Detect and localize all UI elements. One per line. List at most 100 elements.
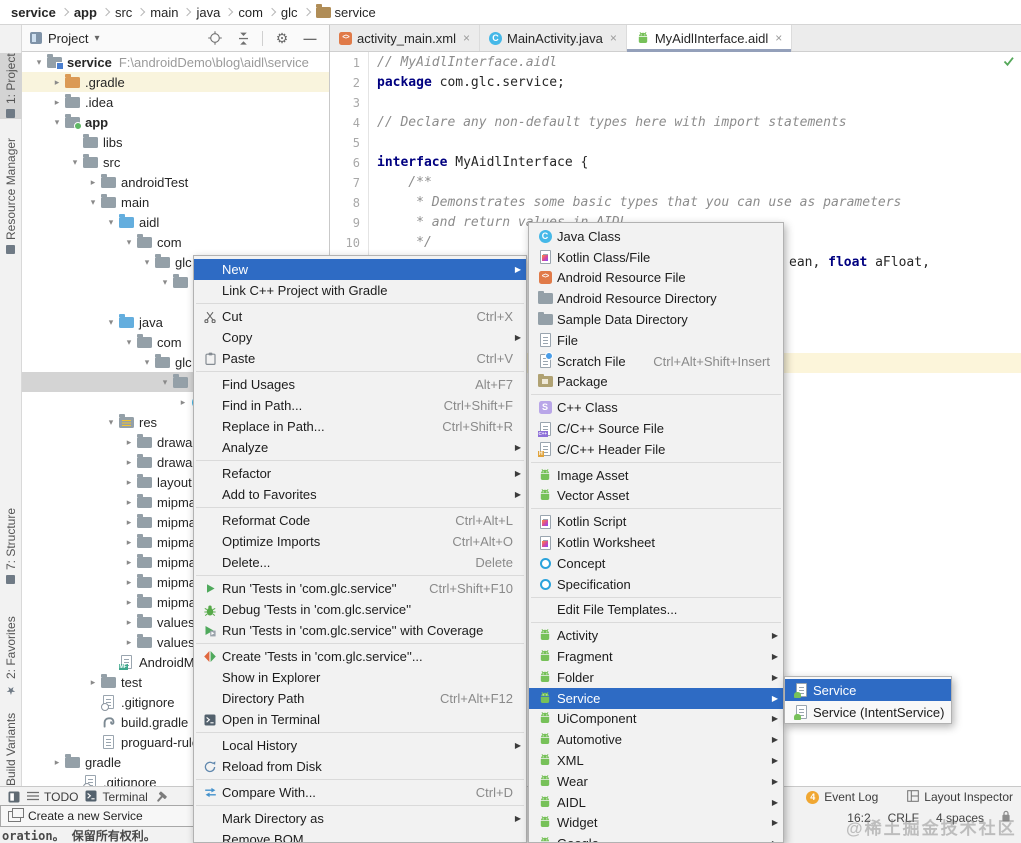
breadcrumb-item-main-3[interactable]: main	[150, 5, 178, 20]
menu-item-analyze[interactable]: Analyze ▶	[194, 437, 526, 458]
expanded-arrow-icon[interactable]: ▾	[122, 337, 136, 348]
tree-row-service[interactable]: ▾ service F:\androidDemo\blog\aidl\service	[22, 52, 329, 72]
menu-item-open-in-terminal[interactable]: Open in Terminal	[194, 709, 526, 730]
menu-item-automotive[interactable]: Automotive ▶	[529, 729, 783, 750]
menu-item-copy[interactable]: Copy ▶	[194, 327, 526, 348]
menu-item-c-class[interactable]: C++ Class	[529, 397, 783, 418]
close-icon[interactable]: ×	[610, 31, 617, 45]
collapsed-arrow-icon[interactable]: ▸	[122, 517, 136, 528]
menu-item-edit-file-templates[interactable]: Edit File Templates...	[529, 600, 783, 621]
menu-item-vector-asset[interactable]: Vector Asset	[529, 486, 783, 507]
menu-item-directory-path[interactable]: Directory Path Ctrl+Alt+F12	[194, 688, 526, 709]
tree-row-androidtest[interactable]: ▸ androidTest	[22, 172, 329, 192]
expanded-arrow-icon[interactable]: ▾	[158, 377, 172, 388]
project-panel-title[interactable]: Project	[48, 31, 88, 46]
expanded-arrow-icon[interactable]: ▾	[140, 257, 154, 268]
tab-activity-main-xml[interactable]: activity_main.xml×	[330, 25, 480, 51]
menu-item-package[interactable]: Package	[529, 372, 783, 393]
menu-item-widget[interactable]: Widget ▶	[529, 813, 783, 834]
expanded-arrow-icon[interactable]: ▾	[158, 277, 172, 288]
tree-row-src[interactable]: ▾ src	[22, 152, 329, 172]
menu-item-image-asset[interactable]: Image Asset	[529, 465, 783, 486]
menu-item-xml[interactable]: XML ▶	[529, 750, 783, 771]
menu-item-mark-directory-as[interactable]: Mark Directory as ▶	[194, 808, 526, 829]
expanded-arrow-icon[interactable]: ▾	[104, 417, 118, 428]
menu-item-debug-tests-in-com-glc-service[interactable]: Debug 'Tests in 'com.glc.service''	[194, 599, 526, 620]
collapsed-arrow-icon[interactable]: ▸	[122, 557, 136, 568]
breadcrumb-item-service-7[interactable]: service	[315, 4, 376, 20]
expanded-arrow-icon[interactable]: ▾	[122, 237, 136, 248]
menu-item-kotlin-worksheet[interactable]: Kotlin Worksheet	[529, 532, 783, 553]
tool-switcher-icon[interactable]	[8, 791, 20, 803]
collapsed-arrow-icon[interactable]: ▸	[122, 457, 136, 468]
menu-item-show-in-explorer[interactable]: Show in Explorer	[194, 667, 526, 688]
settings-icon[interactable]: ⚙	[271, 30, 293, 47]
tree-row-app[interactable]: ▾ app	[22, 112, 329, 132]
menu-item-android-resource-file[interactable]: Android Resource File	[529, 268, 783, 289]
expanded-arrow-icon[interactable]: ▾	[50, 117, 64, 128]
menu-item-find-in-path[interactable]: Find in Path... Ctrl+Shift+F	[194, 395, 526, 416]
expanded-arrow-icon[interactable]: ▾	[86, 197, 100, 208]
menu-item-optimize-imports[interactable]: Optimize Imports Ctrl+Alt+O	[194, 531, 526, 552]
menu-item-uicomponent[interactable]: UiComponent ▶	[529, 709, 783, 730]
menu-item-c-c-header-file[interactable]: C/C++ Header File	[529, 439, 783, 460]
menu-item-remove-bom[interactable]: Remove BOM	[194, 829, 526, 842]
collapsed-arrow-icon[interactable]: ▸	[50, 97, 64, 108]
menu-item-concept[interactable]: Concept	[529, 553, 783, 574]
menu-item-add-to-favorites[interactable]: Add to Favorites ▶	[194, 484, 526, 505]
menu-item-java-class[interactable]: Java Class	[529, 226, 783, 247]
menu-item-google[interactable]: Google▶	[529, 833, 783, 842]
menu-item-sample-data-directory[interactable]: Sample Data Directory	[529, 309, 783, 330]
menu-item-refactor[interactable]: Refactor ▶	[194, 463, 526, 484]
expanded-arrow-icon[interactable]: ▾	[68, 157, 82, 168]
layout-inspector-button[interactable]: Layout Inspector	[907, 789, 1013, 805]
menu-item-service[interactable]: Service	[785, 679, 951, 701]
menu-item-reformat-code[interactable]: Reformat Code Ctrl+Alt+L	[194, 510, 526, 531]
menu-item-paste[interactable]: Paste Ctrl+V	[194, 348, 526, 369]
tab-myaidlinterface-aidl[interactable]: MyAidlInterface.aidl ×	[626, 25, 793, 52]
menu-item-aidl[interactable]: AIDL ▶	[529, 792, 783, 813]
menu-item-link-c-project-with-gradle[interactable]: Link C++ Project with Gradle	[194, 280, 526, 301]
menu-item-wear[interactable]: Wear ▶	[529, 771, 783, 792]
collapsed-arrow-icon[interactable]: ▸	[122, 577, 136, 588]
tree-row-idea[interactable]: ▸ .idea	[22, 92, 329, 112]
menu-item-android-resource-directory[interactable]: Android Resource Directory	[529, 288, 783, 309]
menu-item-service[interactable]: Service ▶	[529, 687, 783, 709]
locate-file-button[interactable]	[204, 31, 226, 45]
tool-button-resource-manager[interactable]: Resource Manager	[0, 125, 22, 267]
menu-item-compare-with[interactable]: Compare With... Ctrl+D	[194, 782, 526, 803]
tab-mainactivity-java[interactable]: MainActivity.java×	[480, 25, 627, 51]
breadcrumb-item-src-2[interactable]: src	[115, 5, 132, 20]
todo-toolwindow-button[interactable]: TODO	[27, 790, 78, 804]
collapsed-arrow-icon[interactable]: ▸	[122, 537, 136, 548]
menu-item-reload-from-disk[interactable]: Reload from Disk	[194, 756, 526, 777]
menu-item-run-tests-in-com-glc-service[interactable]: Run 'Tests in 'com.glc.service'' Ctrl+Shi…	[194, 578, 526, 599]
menu-item-service-intentservice[interactable]: Service (IntentService)	[785, 701, 951, 723]
tree-row-libs[interactable]: libs	[22, 132, 329, 152]
menu-item-run-tests-in-com-glc-service-with-coverage[interactable]: Run 'Tests in 'com.glc.service'' with Co…	[194, 620, 526, 641]
menu-item-activity[interactable]: Activity ▶	[529, 625, 783, 646]
tree-row-com[interactable]: ▾ com	[22, 232, 329, 252]
menu-item-new[interactable]: New ▶	[194, 259, 526, 280]
collapsed-arrow-icon[interactable]: ▸	[122, 617, 136, 628]
breadcrumb-item-app-1[interactable]: app	[74, 5, 97, 20]
tool-button-1-project[interactable]: 1: Project	[0, 53, 22, 119]
expanded-arrow-icon[interactable]: ▾	[104, 317, 118, 328]
menu-item-local-history[interactable]: Local History ▶	[194, 735, 526, 756]
collapsed-arrow-icon[interactable]: ▸	[122, 597, 136, 608]
collapsed-arrow-icon[interactable]: ▸	[122, 497, 136, 508]
expanded-arrow-icon[interactable]: ▾	[104, 217, 118, 228]
menu-item-folder[interactable]: Folder ▶	[529, 667, 783, 688]
menu-item-specification[interactable]: Specification	[529, 574, 783, 595]
collapsed-arrow-icon[interactable]: ▸	[50, 757, 64, 768]
terminal-toolwindow-button[interactable]: Terminal	[85, 790, 148, 805]
menu-item-create-tests-in-com-glc-service[interactable]: Create 'Tests in 'com.glc.service''...	[194, 646, 526, 667]
menu-item-delete[interactable]: Delete... Delete	[194, 552, 526, 573]
menu-item-kotlin-script[interactable]: Kotlin Script	[529, 511, 783, 532]
close-icon[interactable]: ×	[463, 31, 470, 45]
breadcrumb-item-com-5[interactable]: com	[238, 5, 263, 20]
tool-button-2-favorites[interactable]: ★ 2: Favorites	[0, 613, 22, 701]
breadcrumb-item-java-4[interactable]: java	[196, 5, 220, 20]
menu-item-find-usages[interactable]: Find Usages Alt+F7	[194, 374, 526, 395]
menu-item-fragment[interactable]: Fragment ▶	[529, 646, 783, 667]
